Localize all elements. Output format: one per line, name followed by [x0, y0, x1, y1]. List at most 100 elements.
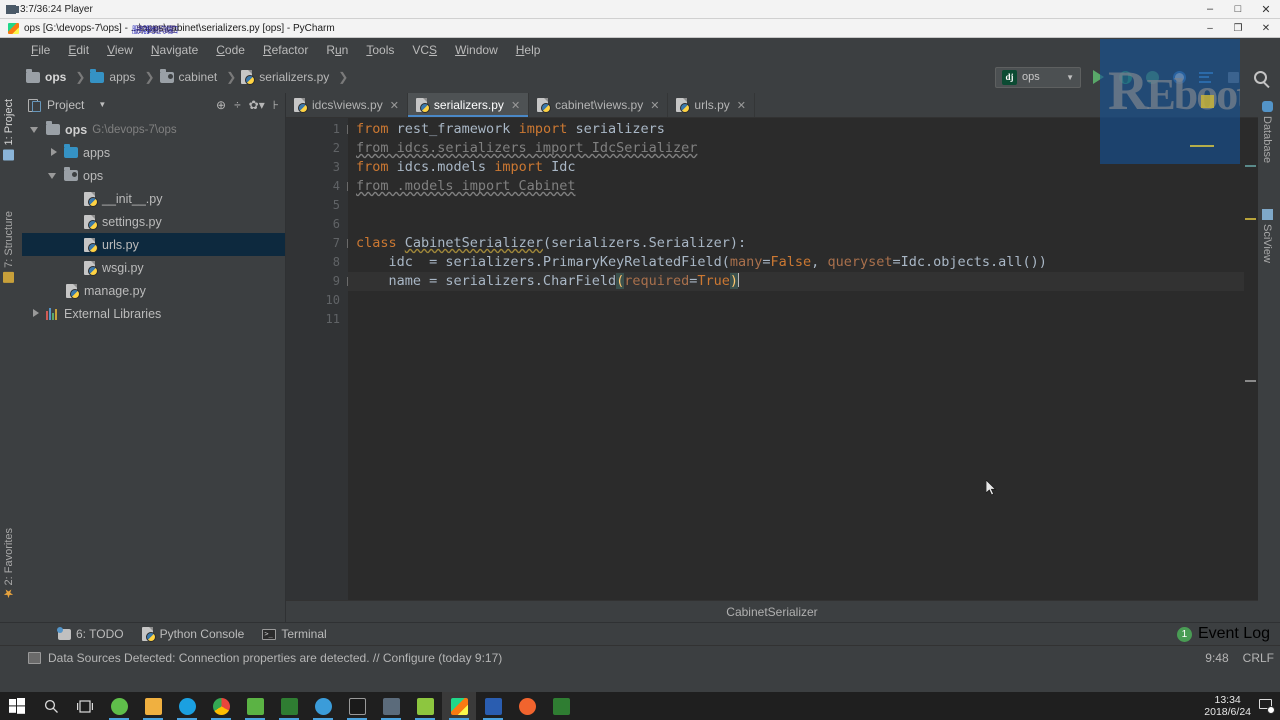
- task-view-button[interactable]: [68, 692, 102, 720]
- menu-item-edit[interactable]: Edit: [59, 41, 98, 59]
- windows-taskbar[interactable]: 13:34 2018/6/24: [0, 692, 1280, 720]
- pycharm-window-controls[interactable]: – ❐ ✕: [1196, 19, 1280, 38]
- taskbar-app-7[interactable]: [408, 692, 442, 720]
- menu-item-file[interactable]: FFileile: [22, 41, 59, 59]
- taskbar-app-3[interactable]: [272, 692, 306, 720]
- chevron-right-icon[interactable]: [30, 308, 41, 319]
- taskbar-app-1[interactable]: [102, 692, 136, 720]
- pycharm-restore-button[interactable]: ❐: [1224, 19, 1252, 38]
- menu-item-refactor[interactable]: Refactor: [254, 41, 317, 59]
- menu-item-navigate[interactable]: Navigate: [142, 41, 207, 59]
- close-icon[interactable]: ✕: [650, 99, 659, 112]
- menu-item-window[interactable]: Window: [446, 41, 507, 59]
- event-count-badge: 1: [1176, 626, 1192, 642]
- event-log-button[interactable]: 1 Event Log: [1176, 625, 1280, 643]
- tab-idcs-views-py[interactable]: idcs\views.py ✕: [286, 93, 408, 117]
- run-configuration-selector[interactable]: dj ops ▼: [995, 66, 1081, 88]
- tool-window-todo[interactable]: 6: TODO: [57, 626, 124, 641]
- hide-icon[interactable]: ⊦: [273, 99, 279, 111]
- vmware-close-button[interactable]: ✕: [1252, 0, 1280, 19]
- close-icon[interactable]: ✕: [511, 99, 520, 112]
- close-icon[interactable]: ✕: [737, 99, 746, 112]
- tree-item-manage-py[interactable]: manage.py: [22, 279, 285, 302]
- tab-urls-py[interactable]: urls.py ✕: [668, 93, 755, 117]
- editor-marker-bar[interactable]: [1244, 118, 1258, 600]
- code-editor[interactable]: 1− 2 3 4− 5 6 7− 8 9− 10 11 from rest_fr…: [286, 118, 1258, 600]
- stop-button[interactable]: [1223, 67, 1243, 87]
- menu-item-run[interactable]: Run: [317, 41, 357, 59]
- tab-serializers-py[interactable]: serializers.py ✕: [407, 93, 530, 117]
- breadcrumb-item-serializers[interactable]: serializers.py: [241, 70, 329, 85]
- chevron-down-icon[interactable]: ▼: [98, 100, 106, 109]
- taskbar-app-4[interactable]: [306, 692, 340, 720]
- tree-item-apps[interactable]: apps: [22, 141, 285, 164]
- chevron-down-icon[interactable]: [48, 170, 59, 181]
- menu-item-code[interactable]: Code: [207, 41, 254, 59]
- project-tree[interactable]: ops G:\devops-7\ops apps ops __init__.py…: [22, 116, 285, 622]
- sidebar-item-database[interactable]: Database: [1261, 101, 1273, 163]
- target-icon[interactable]: ⊕: [216, 99, 226, 111]
- line-separator[interactable]: CRLF: [1243, 651, 1274, 665]
- taskbar-app-5[interactable]: [340, 692, 374, 720]
- taskbar-app-8[interactable]: [476, 692, 510, 720]
- tab-cabinet-views-py[interactable]: cabinet\views.py ✕: [529, 93, 669, 117]
- tree-item-settings-py[interactable]: settings.py: [22, 210, 285, 233]
- internet-explorer[interactable]: [170, 692, 204, 720]
- notifications-icon[interactable]: [1259, 699, 1275, 714]
- close-icon[interactable]: ✕: [390, 99, 399, 112]
- taskbar-app-6[interactable]: [374, 692, 408, 720]
- editor-tabs[interactable]: idcs\views.py ✕ serializers.py ✕ cabinet…: [286, 93, 1258, 118]
- breadcrumb-item-apps[interactable]: apps: [90, 68, 135, 84]
- vmware-maximize-button[interactable]: □: [1224, 0, 1252, 19]
- tree-item-wsgi-py[interactable]: wsgi.py: [22, 256, 285, 279]
- sidebar-item-favorites[interactable]: ★ 2: Favorites: [2, 528, 16, 600]
- search-everywhere-button[interactable]: [1250, 67, 1270, 87]
- sidebar-item-project[interactable]: 1: Project: [3, 99, 15, 161]
- sidebar-item-structure[interactable]: 7: Structure: [3, 211, 15, 283]
- tool-window-python-console[interactable]: Python Console: [141, 627, 244, 642]
- menu-item-vcs[interactable]: VCS: [403, 41, 446, 59]
- pycharm[interactable]: [442, 692, 476, 720]
- gear-icon[interactable]: ✿▾: [249, 99, 265, 111]
- editor-gutter[interactable]: 1− 2 3 4− 5 6 7− 8 9− 10 11: [286, 118, 356, 600]
- chevron-down-icon[interactable]: ▼: [1066, 73, 1074, 82]
- menu-item-tools[interactable]: Tools: [357, 41, 403, 59]
- taskbar-app-9[interactable]: [510, 692, 544, 720]
- tree-item-init-py[interactable]: __init__.py: [22, 187, 285, 210]
- search-button[interactable]: [34, 692, 68, 720]
- project-pane-toolbar: ⊕ ÷ ✿▾ ⊦: [216, 99, 279, 111]
- breadcrumb-item-cabinet[interactable]: cabinet: [159, 68, 217, 84]
- collapse-all-icon[interactable]: ÷: [234, 99, 241, 111]
- tool-window-terminal[interactable]: >_ Terminal: [262, 627, 327, 641]
- menu-item-help[interactable]: Help: [507, 41, 550, 59]
- coverage-button[interactable]: [1142, 67, 1162, 87]
- menu-bar[interactable]: FFileile Edit View Navigate Code Refacto…: [0, 38, 1280, 61]
- vmware-window-controls[interactable]: – □ ✕: [1196, 0, 1280, 19]
- code-content[interactable]: from rest_framework import serializers f…: [348, 118, 1244, 600]
- caret-position[interactable]: 9:48: [1205, 651, 1228, 665]
- sidebar-item-sciview[interactable]: SciView: [1261, 209, 1273, 263]
- taskbar-app-10[interactable]: [544, 692, 578, 720]
- pycharm-close-button[interactable]: ✕: [1252, 19, 1280, 38]
- chrome[interactable]: [204, 692, 238, 720]
- file-explorer[interactable]: [136, 692, 170, 720]
- attach-button[interactable]: [1196, 67, 1216, 87]
- pycharm-minimize-button[interactable]: –: [1196, 19, 1224, 38]
- taskbar-app-2[interactable]: [238, 692, 272, 720]
- breadcrumb-item-ops[interactable]: ops: [26, 68, 66, 84]
- profile-button[interactable]: [1169, 67, 1189, 87]
- tree-item-external-libraries[interactable]: External Libraries: [22, 302, 285, 325]
- tree-item-ops-root[interactable]: ops G:\devops-7\ops: [22, 118, 285, 141]
- menu-item-view[interactable]: View: [98, 41, 142, 59]
- chevron-right-icon[interactable]: [48, 147, 59, 158]
- status-message[interactable]: Data Sources Detected: Connection proper…: [28, 651, 502, 665]
- start-button[interactable]: [0, 692, 34, 720]
- editor-status-breadcrumb[interactable]: CabinetSerializer: [286, 600, 1258, 622]
- tree-item-urls-py[interactable]: urls.py: [22, 233, 285, 256]
- chevron-down-icon[interactable]: [30, 124, 41, 135]
- run-button[interactable]: [1088, 67, 1108, 87]
- debug-button[interactable]: [1115, 67, 1135, 87]
- tree-item-ops[interactable]: ops: [22, 164, 285, 187]
- taskbar-clock[interactable]: 13:34 2018/6/24: [1204, 694, 1259, 718]
- vmware-minimize-button[interactable]: –: [1196, 0, 1224, 19]
